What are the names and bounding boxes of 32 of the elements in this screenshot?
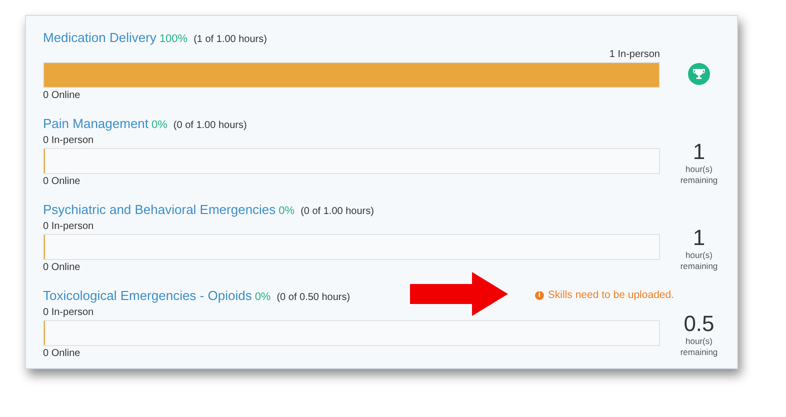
hours-unit: hour(s) <box>686 164 712 175</box>
hours-remaining-value: 1 <box>692 226 706 250</box>
online-count: 0 Online <box>43 261 82 275</box>
info-icon: i <box>534 290 544 300</box>
remaining-label: remaining <box>680 175 718 186</box>
trophy-icon <box>688 63 710 85</box>
percent-complete: 0% <box>254 290 271 302</box>
in-person-count: 1 In-person <box>609 49 660 60</box>
hours-summary: (0 of 1.00 hours) <box>173 120 247 130</box>
percent-complete: 100% <box>159 32 188 44</box>
hours-remaining-value: 1 <box>692 140 706 164</box>
warning-text: Skills need to be uploaded. <box>548 289 674 301</box>
online-count: 0 Online <box>43 175 82 189</box>
in-person-count: 0 In-person <box>43 135 94 146</box>
percent-complete: 0% <box>278 204 295 216</box>
hours-summary: (1 of 1.00 hours) <box>194 34 267 44</box>
course-title[interactable]: Psychiatric and Behavioral Emergencies <box>43 202 276 216</box>
in-person-count: 0 In-person <box>43 221 94 232</box>
online-count: 0 Online <box>43 89 82 103</box>
remaining-label: remaining <box>680 347 718 358</box>
course-title[interactable]: Medication Delivery <box>43 30 156 44</box>
hours-unit: hour(s) <box>686 250 712 261</box>
in-person-count: 0 In-person <box>43 307 94 318</box>
percent-complete: 0% <box>152 118 168 130</box>
hours-unit: hour(s) <box>686 336 712 347</box>
hours-remaining-value: 0.5 <box>684 312 714 336</box>
online-count: 0 Online <box>43 347 82 361</box>
course-title[interactable]: Pain Management <box>43 116 149 130</box>
remaining-label: remaining <box>680 261 718 272</box>
hours-summary: (0 of 0.50 hours) <box>276 292 350 302</box>
hours-summary: (0 of 1.00 hours) <box>300 206 374 216</box>
course-title[interactable]: Toxicological Emergencies - Opioids <box>43 288 252 302</box>
